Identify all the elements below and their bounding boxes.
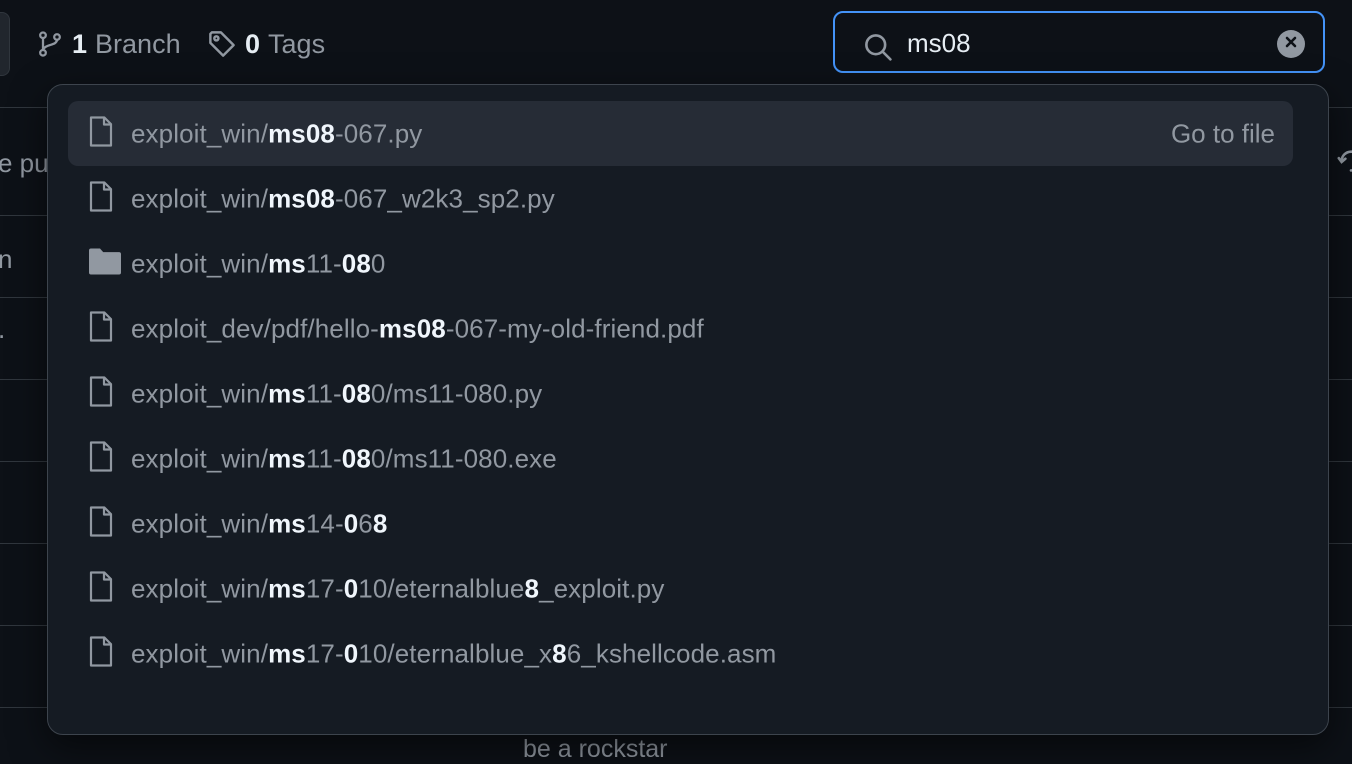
branch-label: Branch: [95, 28, 181, 59]
page: 1 Branch 0 Tags ms08 e pu n be a rocksta…: [0, 0, 1352, 764]
match-highlight: ms08: [378, 313, 446, 343]
path-text: -067_w2k3_sp2.py: [334, 183, 555, 213]
tag-icon: [207, 29, 237, 59]
path-text: 11-: [305, 443, 342, 473]
result-path: exploit_win/ms17-010/eternalblue_x86_ksh…: [131, 638, 776, 669]
path-text: -067-my-old-friend.pdf: [445, 313, 704, 343]
match-highlight: 8: [524, 573, 540, 603]
path-text: exploit_win/: [131, 573, 269, 603]
path-text: 6: [358, 508, 373, 538]
search-result-item[interactable]: exploit_win/ms11-080: [68, 231, 1293, 296]
tag-count: 0: [245, 28, 261, 59]
result-path: exploit_win/ms14-068: [131, 508, 387, 539]
match-highlight: ms: [268, 443, 306, 473]
file-search-dropdown: exploit_win/ms08-067.py Go to file exploit…: [47, 84, 1329, 735]
history-icon[interactable]: [1336, 144, 1352, 183]
path-text: 10/eternalblue: [358, 573, 525, 603]
file-icon: [88, 570, 114, 607]
file-icon: [88, 180, 114, 217]
match-highlight: 8: [552, 638, 567, 668]
match-highlight: 0: [343, 638, 359, 668]
match-highlight: 8: [372, 508, 388, 538]
result-path: exploit_win/ms11-080/ms11-080.py: [131, 378, 542, 409]
match-highlight: ms08: [268, 118, 335, 148]
result-path: exploit_win/ms11-080/ms11-080.exe: [131, 443, 557, 474]
path-text: exploit_dev/pdf/hello-: [131, 313, 379, 343]
match-highlight: ms: [268, 378, 306, 408]
tag-label: Tags: [268, 28, 326, 59]
search-icon: [863, 32, 893, 67]
file-name-fragment: .: [0, 314, 5, 345]
search-input[interactable]: [907, 25, 1267, 61]
file-icon: [88, 635, 114, 672]
tags-link[interactable]: 0 Tags: [207, 26, 325, 62]
result-path: exploit_win/ms08-067.py: [131, 118, 422, 149]
path-text: 10/eternalblue_x: [358, 638, 553, 668]
branch-count: 1: [72, 28, 88, 59]
match-highlight: 08: [341, 378, 371, 408]
file-icon: [88, 310, 114, 347]
file-icon: [88, 440, 114, 477]
path-text: exploit_win/: [131, 443, 269, 473]
path-text: 0/ms11-080.py: [370, 378, 543, 408]
file-icon: [88, 115, 114, 152]
path-text: 11-: [305, 248, 342, 278]
search-result-item[interactable]: exploit_win/ms11-080/ms11-080.exe: [68, 426, 1293, 491]
path-text: 6_kshellcode.asm: [566, 638, 777, 668]
path-text: exploit_win/: [131, 508, 269, 538]
path-text: exploit_win/: [131, 378, 269, 408]
match-highlight: 0: [343, 573, 359, 603]
search-result-item[interactable]: exploit_win/ms14-068: [68, 491, 1293, 556]
path-text: 17-: [305, 573, 344, 603]
file-icon: [88, 375, 114, 412]
match-highlight: ms: [268, 248, 306, 278]
path-text: exploit_win/: [131, 118, 269, 148]
folder-icon: [88, 247, 122, 280]
search-results-list: exploit_win/ms08-067.py Go to file exploit…: [68, 101, 1293, 686]
file-name-fragment: n: [0, 244, 13, 274]
search-result-item[interactable]: exploit_win/ms17-010/eternalblue_x86_ksh…: [68, 621, 1293, 686]
git-branch-icon: [36, 29, 64, 59]
search-result-item[interactable]: exploit_win/ms08-067.py Go to file: [68, 101, 1293, 166]
path-text: _exploit.py: [539, 573, 665, 603]
result-path: exploit_win/ms11-080: [131, 248, 385, 279]
match-highlight: ms: [268, 573, 306, 603]
result-path: exploit_win/ms17-010/eternalblue8_exploi…: [131, 573, 664, 604]
branches-link[interactable]: 1 Branch: [36, 26, 181, 62]
result-path: exploit_dev/pdf/hello-ms08-067-my-old-fr…: [131, 313, 704, 344]
path-text: 0/ms11-080.exe: [370, 443, 557, 473]
clear-search-button[interactable]: [1277, 30, 1305, 58]
match-highlight: 08: [341, 248, 371, 278]
match-highlight: ms08: [268, 183, 335, 213]
commit-message-fragment: e pu: [0, 148, 49, 178]
path-text: 0: [370, 248, 386, 278]
search-result-item[interactable]: exploit_win/ms08-067_w2k3_sp2.py: [68, 166, 1293, 231]
path-text: 17-: [305, 638, 344, 668]
path-text: -067.py: [334, 118, 423, 148]
path-text: 11-: [305, 378, 342, 408]
go-to-file-search[interactable]: [833, 11, 1325, 73]
branch-select-button[interactable]: [0, 12, 10, 76]
path-text: exploit_win/: [131, 248, 269, 278]
match-highlight: 0: [343, 508, 359, 538]
readme-text-fragment: be a rockstar: [523, 735, 668, 763]
path-text: exploit_win/: [131, 183, 269, 213]
path-text: exploit_win/: [131, 638, 269, 668]
search-result-item[interactable]: exploit_win/ms17-010/eternalblue8_exploi…: [68, 556, 1293, 621]
file-icon: [88, 505, 114, 542]
match-highlight: ms: [268, 638, 306, 668]
go-to-file-hint: Go to file: [1170, 118, 1275, 148]
result-path: exploit_win/ms08-067_w2k3_sp2.py: [131, 183, 555, 214]
path-text: 14-: [305, 508, 344, 538]
match-highlight: ms: [268, 508, 306, 538]
search-result-item[interactable]: exploit_dev/pdf/hello-ms08-067-my-old-fr…: [68, 296, 1293, 361]
search-result-item[interactable]: exploit_win/ms11-080/ms11-080.py: [68, 361, 1293, 426]
match-highlight: 08: [341, 443, 371, 473]
close-icon: [1284, 35, 1298, 54]
